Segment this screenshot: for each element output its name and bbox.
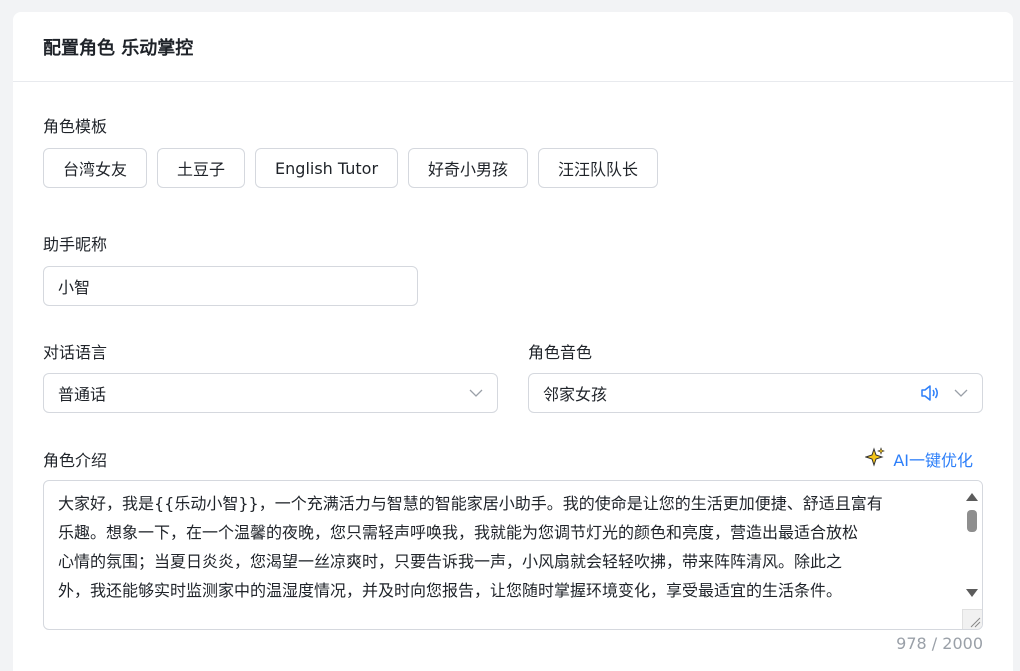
template-option-button[interactable]: English Tutor	[255, 148, 399, 188]
template-option-button[interactable]: 土豆子	[157, 148, 246, 188]
chevron-down-icon	[954, 386, 968, 400]
language-value: 普通话	[58, 385, 107, 404]
template-option-button[interactable]: 好奇小男孩	[408, 148, 529, 188]
template-option-button[interactable]: 台湾女友	[43, 148, 148, 188]
speaker-icon[interactable]	[920, 384, 940, 402]
scroll-down-icon[interactable]	[966, 589, 978, 597]
voice-value: 邻家女孩	[543, 385, 608, 404]
chevron-down-icon	[469, 386, 483, 400]
nickname-input[interactable]: 小智	[43, 266, 418, 306]
scrollbar[interactable]	[962, 481, 982, 606]
voice-select[interactable]: 邻家女孩	[528, 373, 983, 413]
language-select[interactable]: 普通话	[43, 373, 498, 413]
intro-label: 角色介绍	[43, 451, 108, 470]
resize-handle[interactable]	[962, 609, 982, 629]
ai-optimize-label: AI一键优化	[893, 451, 973, 470]
page-title: 配置角色 乐动掌控	[43, 37, 194, 59]
intro-textarea[interactable]: 大家好，我是{{乐动小智}}，一个充满活力与智慧的智能家居小助手。我的使命是让您…	[43, 480, 983, 630]
scroll-thumb[interactable]	[967, 510, 977, 532]
voice-label: 角色音色	[528, 343, 593, 362]
char-counter: 978 / 2000	[896, 634, 983, 653]
scroll-up-icon[interactable]	[966, 493, 978, 501]
template-options: 台湾女友 土豆子 English Tutor 好奇小男孩 汪汪队队长	[43, 148, 659, 188]
nickname-label: 助手昵称	[43, 235, 108, 254]
ai-optimize-button[interactable]: AI一键优化	[864, 447, 973, 471]
intro-text: 大家好，我是{{乐动小智}}，一个充满活力与智慧的智能家居小助手。我的使命是让您…	[58, 494, 883, 600]
template-label: 角色模板	[43, 117, 108, 136]
config-card: 配置角色 乐动掌控 角色模板 台湾女友 土豆子 English Tutor 好奇…	[13, 12, 1013, 671]
card-header: 配置角色 乐动掌控	[13, 12, 1013, 82]
nickname-value: 小智	[58, 278, 91, 297]
sparkle-icon	[864, 447, 886, 471]
language-label: 对话语言	[43, 343, 108, 362]
template-option-button[interactable]: 汪汪队队长	[538, 148, 659, 188]
